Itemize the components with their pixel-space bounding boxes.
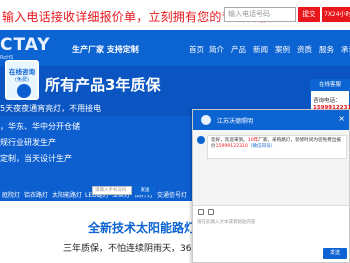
chat-toolbar	[193, 205, 349, 217]
brand-logo[interactable]: CTAY	[0, 35, 51, 55]
hotline-badge: 7X24小时客服	[322, 7, 350, 22]
category-traffic[interactable]: 交通信号灯	[157, 190, 187, 199]
nav-news[interactable]: 新闻	[253, 44, 268, 55]
agent-avatar-icon	[197, 136, 205, 144]
msg-greeting: 您好，欢迎来到。	[211, 138, 248, 143]
section-title: 全新技术太阳能路灯	[88, 221, 197, 235]
phone-input[interactable]: 输入电话号码	[224, 7, 296, 22]
feature-3: 规行业研发生产	[0, 138, 56, 147]
category-solar[interactable]: 太阳能路灯	[52, 190, 82, 199]
feature-4: 定制，当天设计生产	[0, 154, 72, 163]
chat-phone-send-button[interactable]: 发送	[134, 186, 156, 195]
send-button[interactable]: 发送	[323, 248, 347, 259]
submit-button[interactable]: 提交	[298, 7, 320, 22]
category-aluminum[interactable]: 铝衣路灯	[24, 190, 48, 199]
nav-promise[interactable]: 承诺	[341, 44, 350, 55]
nav-cases[interactable]: 案例	[275, 44, 290, 55]
service-panel-title: 在线客服	[311, 80, 349, 91]
nav-intro[interactable]: 简介	[209, 44, 224, 55]
online-consult-widget[interactable]: 在线咨询 (免费)	[5, 60, 39, 100]
nav-products[interactable]: 产品	[231, 44, 246, 55]
nav-home[interactable]: 首页	[189, 44, 204, 55]
close-icon[interactable]: ×	[338, 114, 345, 123]
agent-avatar-icon	[17, 84, 31, 98]
feature-2: ，华东、华中分开仓储	[0, 122, 80, 131]
slogan: 生产厂家 支持定制	[72, 45, 139, 54]
msg-phone: 15999122310	[215, 144, 248, 150]
chat-input[interactable]: 请在此输入文本或者粘贴内容	[197, 219, 347, 243]
chat-avatar-icon	[201, 115, 211, 125]
chat-phone-input[interactable]: 请输入手机号码	[92, 186, 132, 195]
online-consult-free: (免费)	[15, 77, 29, 83]
category-courtyard[interactable]: 庭院灯	[2, 190, 20, 199]
msg-wechat: （微信同号）	[247, 144, 276, 150]
image-icon[interactable]	[208, 209, 214, 215]
hero-headline: 所有产品3年质保	[45, 76, 161, 94]
nav-service[interactable]: 服务	[319, 44, 334, 55]
chat-title: 江苏沃德照明	[217, 118, 254, 125]
nav-qualification[interactable]: 资质	[297, 44, 312, 55]
emoji-icon[interactable]	[198, 209, 204, 215]
msg-years: 10年	[247, 138, 259, 143]
chat-message: 您好，欢迎来到。10年厂家，采购路灯，装修时间为您免费出报价1599912231…	[207, 135, 347, 159]
feature-1: 5天夜夜通宵亮灯，不用接电	[0, 104, 102, 113]
chat-window[interactable]: 江苏沃德照明 × 您好，欢迎来到。10年厂家，采购路灯，装修时间为您免费出报价1…	[192, 109, 350, 263]
service-phone-label: 咨询电话：	[313, 98, 341, 104]
online-consult-title: 在线咨询	[9, 68, 35, 76]
